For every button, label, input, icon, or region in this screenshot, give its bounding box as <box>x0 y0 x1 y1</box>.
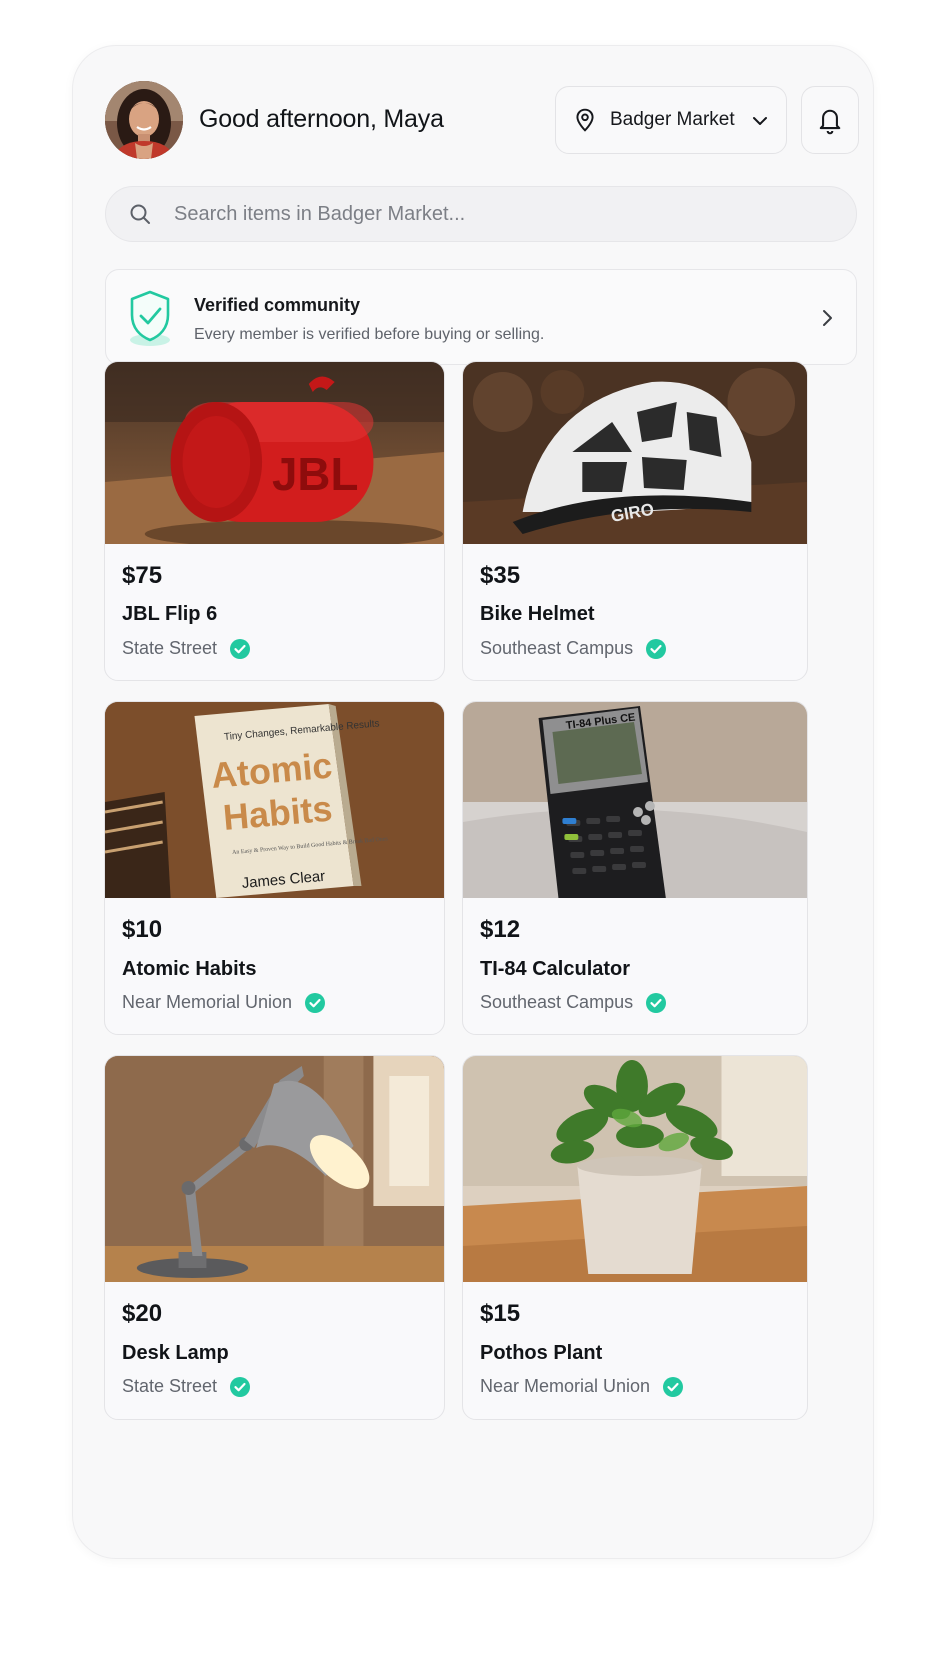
search-icon <box>130 204 150 224</box>
greeting-text: Good afternoon, Maya <box>199 105 444 133</box>
listing-card[interactable]: TI-84 Plus CE $12 TI-84 Calculator South… <box>462 701 808 1035</box>
listing-title: Atomic Habits <box>122 958 257 980</box>
listing-price: $75 <box>122 562 163 589</box>
location-pin-icon <box>576 108 594 132</box>
header: Good afternoon, Maya Badger Market <box>105 81 859 159</box>
listing-card[interactable]: $15 Pothos Plant Near Memorial Union <box>462 1055 808 1420</box>
chevron-right-icon <box>823 310 832 326</box>
listing-location-text: Near Memorial Union <box>480 1376 651 1396</box>
avatar[interactable] <box>105 81 183 159</box>
notifications-button[interactable] <box>801 86 859 154</box>
listing-photo: JBL <box>105 362 444 544</box>
listing-location: Southeast Campus <box>480 638 667 659</box>
bell-icon <box>819 109 841 135</box>
search-input[interactable] <box>174 202 774 226</box>
listing-price: $15 <box>480 1300 521 1327</box>
listing-card[interactable]: $20 Desk Lamp State Street <box>104 1055 445 1420</box>
listing-location-text: Southeast Campus <box>480 992 634 1012</box>
listing-price: $35 <box>480 562 521 589</box>
search-bar[interactable] <box>105 186 857 242</box>
verified-check-icon <box>663 1376 684 1397</box>
listing-location: Near Memorial Union <box>480 1376 684 1397</box>
listing-price: $20 <box>122 1300 163 1327</box>
verified-subtitle: Every member is verified before buying o… <box>194 326 545 343</box>
listing-title: Pothos Plant <box>480 1342 603 1364</box>
listing-location: Southeast Campus <box>480 992 667 1013</box>
verified-check-icon <box>646 638 667 659</box>
listing-title: Desk Lamp <box>122 1342 229 1364</box>
shield-check-icon <box>130 290 170 346</box>
market-label: Badger Market <box>610 109 735 130</box>
verified-check-icon <box>230 1376 251 1397</box>
market-selector[interactable]: Badger Market <box>555 86 787 154</box>
verified-title: Verified community <box>194 295 361 315</box>
listing-photo <box>105 1056 444 1282</box>
listing-location-text: Southeast Campus <box>480 638 634 658</box>
listing-photo: TI-84 Plus CE <box>463 702 807 898</box>
listing-price: $12 <box>480 916 521 943</box>
listing-location-text: State Street <box>122 1376 218 1396</box>
listing-photo: Tiny Changes, Remarkable Results Atomic … <box>105 702 444 898</box>
listing-location: State Street <box>122 638 251 659</box>
verified-check-icon <box>646 992 667 1013</box>
verified-check-icon <box>230 638 251 659</box>
listing-card[interactable]: Tiny Changes, Remarkable Results Atomic … <box>104 701 445 1035</box>
chevron-down-icon <box>753 117 767 125</box>
listing-card[interactable]: JBL $75 JBL Flip 6 State Street <box>104 361 445 681</box>
listing-title: TI-84 Calculator <box>480 958 631 980</box>
listing-price: $10 <box>122 916 163 943</box>
app-screen: Good afternoon, Maya Badger Market Searc… <box>72 45 874 1559</box>
listing-location: Near Memorial Union <box>122 992 326 1013</box>
listing-card[interactable]: GIRO $35 Bike Helmet Southeast Campus <box>462 361 808 681</box>
listing-title: JBL Flip 6 <box>122 603 218 625</box>
listing-location: State Street <box>122 1376 251 1397</box>
speaker-brand-text: JBL <box>272 448 358 500</box>
listing-photo: GIRO <box>463 362 807 544</box>
verified-check-icon <box>305 992 326 1013</box>
verified-community-banner[interactable]: Verified community Every member is verif… <box>105 269 857 365</box>
listing-title: Bike Helmet <box>480 603 595 625</box>
listing-location-text: State Street <box>122 638 218 658</box>
listing-photo <box>463 1056 807 1282</box>
listing-location-text: Near Memorial Union <box>122 992 293 1012</box>
